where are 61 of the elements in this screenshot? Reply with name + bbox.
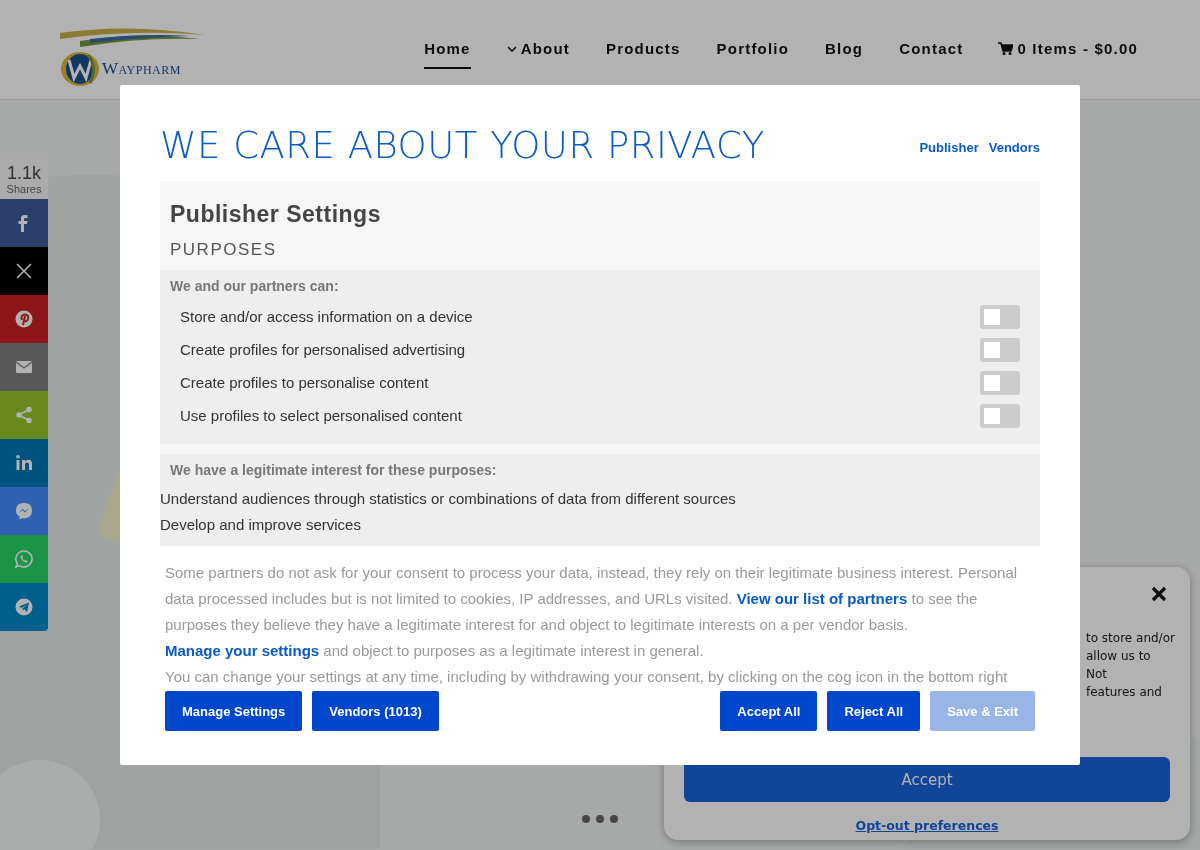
email-icon (15, 358, 33, 376)
nav-link[interactable]: Blog (825, 30, 864, 69)
whatsapp-share-button[interactable] (0, 535, 48, 583)
purpose-label: Understand audiences through statistics or combinations of data from different sources (160, 489, 737, 509)
facebook-share-button[interactable] (0, 199, 48, 247)
purpose-label: Develop and improve services (160, 515, 362, 535)
notice-text: Not (1086, 666, 1108, 683)
action-button[interactable]: Reject All (827, 691, 921, 731)
chevron-down-icon (506, 45, 517, 52)
nav-link[interactable]: Products (605, 30, 681, 69)
share-count: 1.1k (6, 163, 42, 183)
toggle-switch[interactable] (980, 370, 1020, 395)
email-share-button[interactable] (0, 343, 48, 391)
share-icon (15, 406, 33, 424)
opt-out-link[interactable]: Opt-out preferences (855, 818, 999, 833)
share-count-label: Shares (5, 183, 43, 195)
pinterest-icon (15, 310, 33, 328)
action-button[interactable]: Vendors (1013) (312, 691, 439, 731)
group-heading: We and our partners can: (170, 278, 340, 294)
tab-link[interactable]: Publisher (919, 140, 979, 155)
messenger-icon (15, 502, 33, 520)
purpose-label: Create profiles for personalised advertising (180, 341, 466, 358)
toggle-switch[interactable] (980, 403, 1020, 428)
pinterest-share-button[interactable] (0, 295, 48, 343)
nav-link[interactable]: Home (424, 30, 471, 69)
share-share-button[interactable] (0, 391, 48, 439)
nav-link[interactable]: About (506, 30, 570, 69)
toggle-switch[interactable] (980, 337, 1020, 362)
text-link[interactable]: View our list of partners (736, 590, 908, 607)
action-button[interactable]: Manage Settings (165, 691, 303, 731)
toggle-switch[interactable] (980, 304, 1020, 329)
cart-link[interactable]: 0 Items - $0.00 (998, 30, 1138, 69)
purpose-label: Create profiles to personalise content (180, 374, 429, 391)
nav-link[interactable]: Portfolio (716, 30, 790, 69)
notice-text: to store and/or (1086, 630, 1175, 647)
x-share-button[interactable] (0, 247, 48, 295)
section-title: Publisher Settings (170, 201, 382, 228)
tab-link[interactable]: Vendors (988, 140, 1040, 155)
linkedin-icon (15, 454, 33, 472)
logo-icon[interactable] (60, 50, 100, 87)
logo-text[interactable]: Waypharm (102, 58, 181, 79)
notice-paragraph: You can change your settings at any time, including by withdrawing your consent, by clicking on the cog icon in the bottom right (165, 667, 1009, 687)
purpose-label: Use profiles to select personalised content (180, 407, 462, 424)
section-subtitle: PURPOSES (170, 240, 278, 260)
modal-title: WE CARE ABOUT YOUR PRIVACY (160, 124, 765, 167)
close-icon (1150, 585, 1168, 603)
text-link[interactable]: Manage your settings (165, 642, 320, 659)
action-button[interactable]: Accept All (720, 691, 818, 731)
telegram-icon (15, 598, 33, 616)
messenger-share-button[interactable] (0, 487, 48, 535)
purpose-label: Store and/or access information on a device (180, 308, 473, 325)
notice-paragraph: Some partners do not ask for your consent to process your data, instead, they rely on their legitimate business interest. Personal data processed includes but is not limited to cookies, IP addresses, and URLs visited. View our list of partners to see the purposes they believe they have a legitimate interest for and object to legitimate interests on a per vendor basis. Manage your settings and object to purposes as a legitimate interest in general. (165, 563, 1019, 661)
notice-text: allow us to (1086, 648, 1151, 665)
linkedin-share-button[interactable] (0, 439, 48, 487)
whatsapp-icon (15, 550, 33, 568)
group-heading: We have a legitimate interest for these purposes: (169, 462, 498, 478)
telegram-share-button[interactable] (0, 583, 48, 631)
x-logo-icon (15, 262, 33, 280)
cart-icon (998, 42, 1014, 55)
notice-text: features and (1086, 684, 1162, 701)
nav-link[interactable]: Contact (899, 30, 964, 69)
